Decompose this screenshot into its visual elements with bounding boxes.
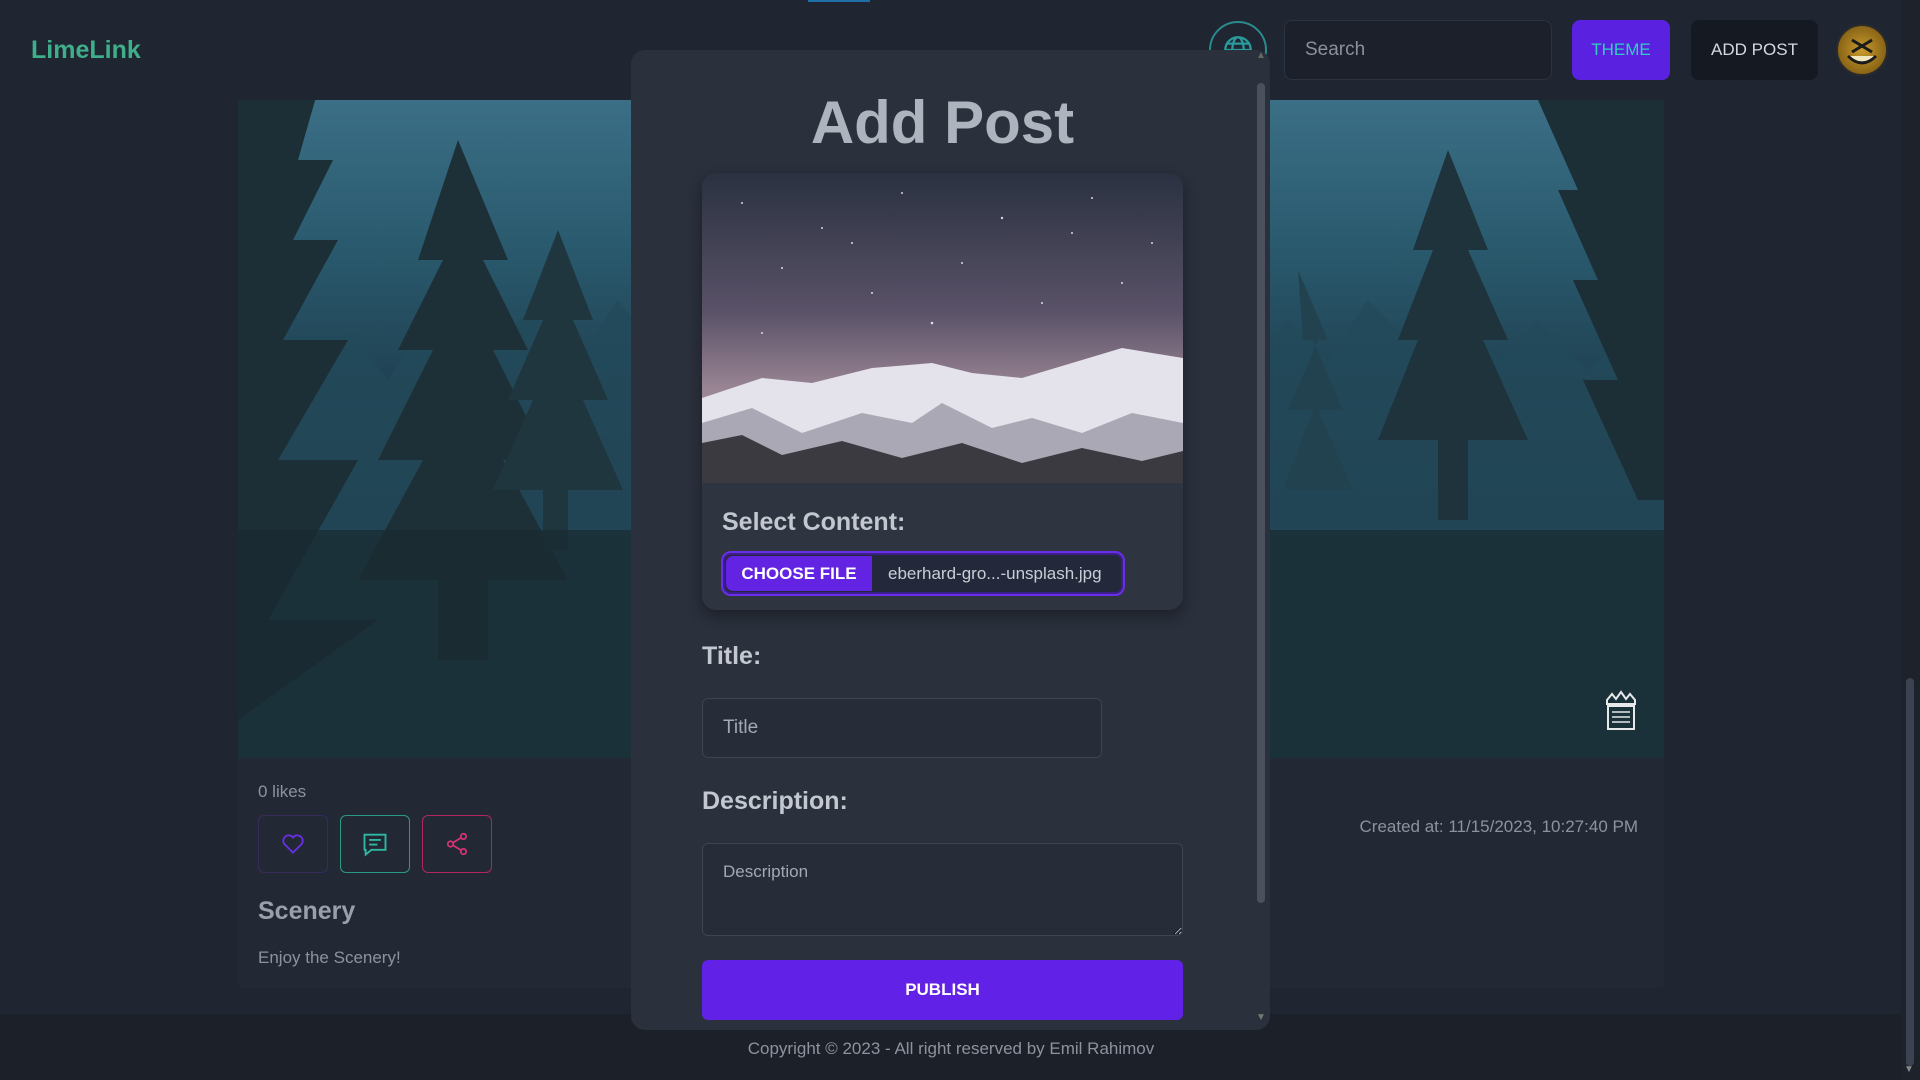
add-post-modal: Add Post Select Content: CHOOSE FILE ebe… — [631, 50, 1270, 1030]
modal-scroll-up-arrow-icon[interactable]: ▲ — [1256, 50, 1266, 61]
likes-count: 0 likes — [258, 782, 307, 801]
post-description: Enjoy the Scenery! — [258, 948, 401, 967]
select-content-label: Select Content: — [722, 508, 906, 536]
post-created-at: Created at: 11/15/2023, 10:27:40 PM — [1359, 817, 1639, 836]
selected-file-name: eberhard-gro...-unsplash.jpg — [888, 564, 1102, 583]
comment-button[interactable] — [340, 815, 410, 873]
nav-accent-line — [808, 0, 870, 2]
avatar[interactable] — [1836, 24, 1888, 76]
search-input[interactable] — [1284, 20, 1552, 80]
comment-icon — [363, 833, 387, 857]
share-button[interactable] — [422, 815, 492, 873]
modal-scroll-down-arrow-icon[interactable]: ▼ — [1256, 1012, 1266, 1023]
share-icon — [446, 832, 468, 856]
add-post-button[interactable]: ADD POST — [1691, 20, 1818, 80]
publish-button[interactable]: PUBLISH — [702, 960, 1183, 1020]
file-input[interactable]: CHOOSE FILE eberhard-gro...-unsplash.jpg — [721, 551, 1125, 596]
brand-logo[interactable]: LimeLink — [31, 36, 141, 65]
title-input[interactable] — [702, 698, 1102, 758]
description-input[interactable] — [702, 843, 1183, 936]
content-card: Select Content: CHOOSE FILE eberhard-gro… — [702, 173, 1183, 610]
preview-image — [702, 173, 1183, 483]
avatar-image — [1846, 38, 1878, 65]
title-label: Title: — [702, 642, 762, 670]
like-button[interactable] — [258, 815, 328, 873]
post-title: Scenery — [258, 897, 356, 925]
choose-file-button[interactable]: CHOOSE FILE — [726, 556, 872, 591]
modal-title: Add Post — [810, 89, 1075, 156]
crown-badge-icon — [1606, 690, 1636, 730]
heart-icon — [282, 834, 304, 854]
theme-button[interactable]: THEME — [1572, 20, 1670, 80]
scroll-down-arrow-icon[interactable]: ▼ — [1904, 1064, 1916, 1076]
copyright-text: Copyright © 2023 - All right reserved by… — [747, 1039, 1155, 1058]
page-scrollbar-thumb[interactable] — [1906, 678, 1914, 1066]
description-label: Description: — [702, 787, 848, 815]
modal-scrollbar-thumb[interactable] — [1257, 83, 1265, 903]
